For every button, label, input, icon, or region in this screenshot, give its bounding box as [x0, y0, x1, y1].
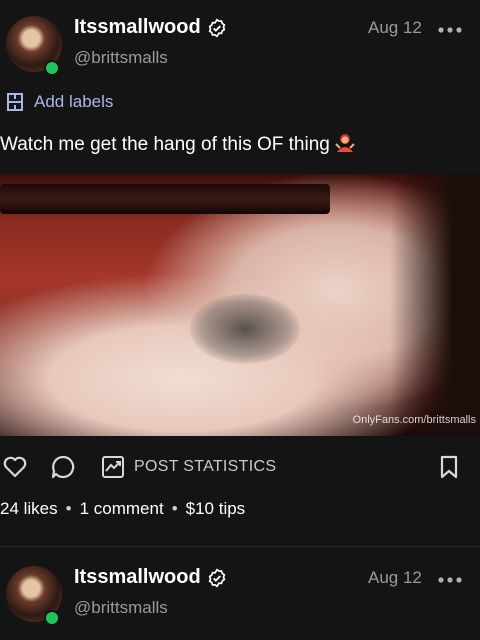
- user-handle[interactable]: @brittsmalls: [74, 48, 168, 68]
- post-header: Itssmallwood @brittsmalls Aug 12: [0, 0, 480, 90]
- stats-icon: [102, 456, 124, 478]
- verified-icon: [208, 17, 226, 38]
- post-actions: POST STATISTICS: [0, 448, 480, 488]
- post-statistics-label: POST STATISTICS: [134, 458, 277, 475]
- count-separator: •: [171, 499, 178, 518]
- add-labels-label: Add labels: [34, 92, 114, 111]
- like-icon[interactable]: [2, 454, 28, 480]
- likes-count[interactable]: 24 likes: [0, 499, 58, 518]
- more-icon[interactable]: [438, 574, 462, 586]
- post-statistics-button[interactable]: POST STATISTICS: [100, 454, 276, 480]
- name-row: Itssmallwood: [74, 566, 227, 589]
- post-card: Itssmallwood @brittsmalls Aug 12 Add lab…: [0, 0, 480, 547]
- more-icon[interactable]: [438, 24, 462, 36]
- media-shadow: [390, 174, 480, 436]
- add-labels-button[interactable]: Add labels: [6, 92, 113, 112]
- post-divider: [0, 546, 480, 547]
- display-name[interactable]: Itssmallwood: [74, 566, 201, 589]
- tips-count[interactable]: $10 tips: [186, 499, 246, 518]
- post-media-image[interactable]: OnlyFans.com/brittsmalls: [0, 174, 480, 436]
- online-status-dot: [44, 610, 60, 626]
- post-date: Aug 12: [368, 18, 422, 37]
- user-handle[interactable]: @brittsmalls: [74, 598, 168, 618]
- comments-count[interactable]: 1 comment: [80, 499, 164, 518]
- engagement-counts: 24 likes • 1 comment • $10 tips: [0, 499, 245, 519]
- caption-text: Watch me get the hang of this OF thing: [0, 134, 330, 155]
- comment-icon[interactable]: [50, 454, 76, 480]
- post-header: Itssmallwood @brittsmalls Aug 12: [0, 550, 480, 640]
- verified-icon: [208, 567, 226, 588]
- display-name[interactable]: Itssmallwood: [74, 16, 201, 39]
- media-bedframe: [0, 184, 330, 214]
- post-date: Aug 12: [368, 568, 422, 587]
- post-caption: Watch me get the hang of this OF thing: [0, 132, 356, 156]
- labels-icon: [7, 93, 23, 111]
- media-watermark: OnlyFans.com/brittsmalls: [352, 414, 476, 426]
- post-card: Itssmallwood @brittsmalls Aug 12: [0, 550, 480, 640]
- bookmark-icon[interactable]: [436, 454, 462, 480]
- online-status-dot: [44, 60, 60, 76]
- person-shrugging-emoji-icon: [335, 134, 355, 152]
- media-tattoo: [190, 294, 300, 364]
- name-row: Itssmallwood: [74, 16, 227, 39]
- count-separator: •: [65, 499, 72, 518]
